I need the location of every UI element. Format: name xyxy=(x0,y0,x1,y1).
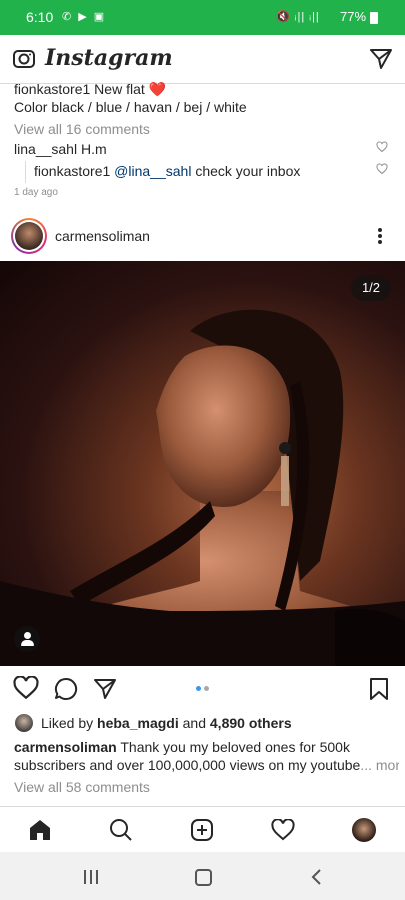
avatar-story-ring[interactable] xyxy=(11,218,47,254)
profile-avatar-icon[interactable] xyxy=(352,818,376,842)
app-header: Instagram xyxy=(0,35,405,84)
prev-view-comments[interactable]: View all 16 comments xyxy=(14,121,150,137)
image-counter-badge: 1/2 xyxy=(351,275,391,301)
status-time: 6:10 xyxy=(26,9,54,25)
reply-mention[interactable]: @lina__sahl xyxy=(114,163,191,179)
tagged-people-icon[interactable] xyxy=(14,626,40,652)
system-nav-bar xyxy=(0,852,405,900)
recent-apps-icon[interactable] xyxy=(84,870,98,884)
new-post-icon[interactable] xyxy=(190,818,214,842)
prev-reply: fionkastore1 @lina__sahl check your inbo… xyxy=(34,163,300,179)
liker-avatar[interactable] xyxy=(15,714,33,732)
caption-more-link[interactable]: ... more xyxy=(360,757,399,773)
more-options-icon[interactable] xyxy=(376,227,384,245)
avatar xyxy=(15,222,43,250)
camera-icon[interactable] xyxy=(12,47,36,71)
reply-text: check your inbox xyxy=(195,163,301,179)
carousel-dot xyxy=(204,686,209,691)
prev-caption-line2: Color black / blue / havan / bej / white xyxy=(14,99,247,115)
prev-caption: fionkastore1 New flat ❤️ xyxy=(14,81,166,98)
prev-time-ago: 1 day ago xyxy=(14,187,58,198)
prev-comment-text: H.m xyxy=(80,141,107,157)
status-bar: 6:10 ✆ ▶ ▣ 🔇 ᵢ|| ᵢ|| 77% xyxy=(0,0,405,35)
notification-icons: ✆ ▶ ▣ xyxy=(62,11,107,23)
carousel-dot-active xyxy=(196,686,201,691)
comment-icon[interactable] xyxy=(54,677,78,701)
post-username[interactable]: carmensoliman xyxy=(55,228,150,244)
home-button-icon[interactable] xyxy=(195,869,212,886)
bookmark-icon[interactable] xyxy=(368,677,390,701)
reply-thread-line xyxy=(25,161,26,183)
liked-and: and xyxy=(182,715,206,731)
prev-caption-user[interactable]: fionkastore1 xyxy=(14,81,90,97)
liked-by-prefix: Liked by xyxy=(41,715,94,731)
post-photo[interactable]: 1/2 xyxy=(0,261,405,666)
like-heart-icon[interactable] xyxy=(13,676,39,700)
liked-by-user[interactable]: heba_magdi xyxy=(97,715,179,731)
likes-line: Liked by heba_magdi and 4,890 others xyxy=(41,715,292,731)
caption-text-line1: Thank you my beloved ones for 500k xyxy=(120,739,350,755)
prev-caption-text: New flat ❤️ xyxy=(94,81,167,97)
reply-like-heart-icon[interactable] xyxy=(376,163,388,175)
battery-icon xyxy=(370,12,378,24)
liked-others-count[interactable]: 4,890 others xyxy=(210,715,292,731)
caption-text-line2: subscribers and over 100,000,000 views o… xyxy=(14,757,361,773)
activity-heart-icon[interactable] xyxy=(271,819,295,841)
bottom-nav xyxy=(0,806,405,853)
battery-percent: 77% xyxy=(340,9,367,24)
home-icon[interactable] xyxy=(28,818,52,842)
post-caption-line2: subscribers and over 100,000,000 views o… xyxy=(14,757,399,773)
prev-comment-user[interactable]: lina__sahl xyxy=(14,141,77,157)
post-view-comments[interactable]: View all 58 comments xyxy=(14,779,150,795)
prev-comment: lina__sahl H.m xyxy=(14,141,107,157)
caption-user[interactable]: carmensoliman xyxy=(14,739,117,755)
post-caption-line1: carmensoliman Thank you my beloved ones … xyxy=(14,739,350,755)
direct-message-icon[interactable] xyxy=(369,47,393,71)
share-icon[interactable] xyxy=(93,677,117,701)
signal-icons: 🔇 ᵢ|| ᵢ|| xyxy=(276,11,320,23)
comment-like-heart-icon[interactable] xyxy=(376,141,388,153)
search-icon[interactable] xyxy=(109,818,133,842)
back-icon[interactable] xyxy=(310,868,322,886)
reply-user[interactable]: fionkastore1 xyxy=(34,163,110,179)
app-logo: Instagram xyxy=(45,45,173,71)
post-photo-illustration xyxy=(0,309,405,666)
